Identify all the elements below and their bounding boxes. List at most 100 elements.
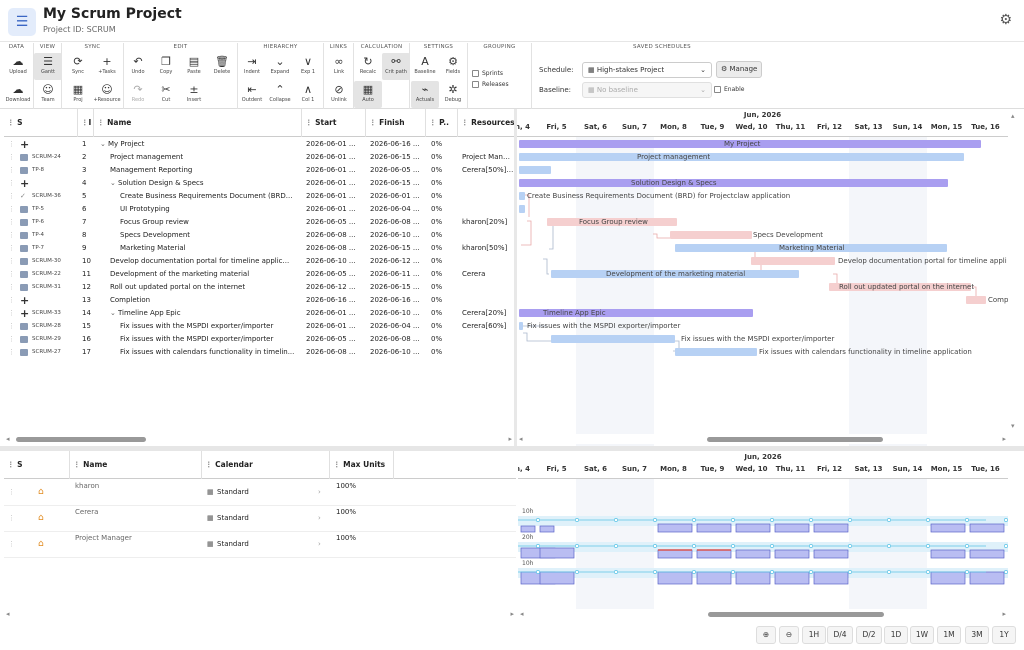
task-start[interactable]: 2026-06-01 ...	[306, 164, 366, 177]
task-resources[interactable]: kharon[50%]	[462, 242, 514, 255]
histogram-bar[interactable]	[735, 571, 771, 585]
auto-calc-button[interactable]: ▦ Auto	[354, 81, 382, 108]
gantt-bar[interactable]	[675, 348, 757, 356]
scroll-right-icon[interactable]: ▸	[1002, 609, 1006, 619]
task-progress[interactable]: 0%	[431, 307, 457, 320]
histogram-bar[interactable]	[969, 549, 1005, 559]
task-name[interactable]: Create Business Requirements Document (B…	[120, 190, 296, 203]
task-start[interactable]: 2026-06-05 ...	[306, 216, 366, 229]
task-name[interactable]: Development of the marketing material	[110, 268, 296, 281]
releases-checkbox[interactable]: Releases	[472, 81, 509, 88]
task-resources[interactable]: kharon[20%]	[462, 216, 514, 229]
col-header-resources[interactable]: ⋮ Resources	[458, 109, 514, 137]
dependency-line[interactable]	[549, 222, 554, 250]
team-view-button[interactable]: ☺ Team	[34, 81, 62, 108]
task-start[interactable]: 2026-06-01 ...	[306, 307, 366, 320]
expand-1-button[interactable]: ∨ Exp 1	[294, 53, 322, 80]
actuals-button[interactable]: ⌁ Actuals	[411, 81, 439, 108]
drag-handle-icon[interactable]: ⋮	[8, 151, 16, 164]
drag-handle-icon[interactable]: ⋮	[8, 229, 16, 242]
table-row[interactable]: ⋮ + SCRUM-33 14 ⌄ Timeline App Epic 2026-06-01…	[4, 307, 514, 320]
debug-button[interactable]: ✲ Debug	[439, 81, 467, 108]
task-name[interactable]: UI Prototyping	[120, 203, 296, 216]
resource-calendar[interactable]: Standard	[217, 538, 297, 551]
zoom-1m-button[interactable]: 1M	[937, 626, 961, 644]
task-name[interactable]: Specs Development	[120, 229, 296, 242]
task-progress[interactable]: 0%	[431, 229, 457, 242]
gantt-bar[interactable]	[751, 257, 835, 265]
res-col-header-max-units[interactable]: ⋮ Max Units	[330, 451, 394, 479]
drag-handle-icon[interactable]: ⋮	[8, 242, 16, 255]
task-finish[interactable]: 2026-06-05 ...	[370, 164, 426, 177]
task-progress[interactable]: 0%	[431, 255, 457, 268]
task-progress[interactable]: 0%	[431, 346, 457, 359]
histogram-bar[interactable]	[774, 523, 810, 533]
task-progress[interactable]: 0%	[431, 320, 457, 333]
task-resources[interactable]: Cerera[20%]	[462, 307, 514, 320]
histogram-bar[interactable]	[539, 571, 575, 585]
resource-max-units[interactable]: 100%	[336, 506, 386, 519]
drag-handle-icon[interactable]: ⋮	[8, 203, 16, 216]
chevron-right-icon[interactable]: ›	[318, 538, 321, 551]
download-button[interactable]: ☁ Download	[4, 81, 32, 108]
histogram-bar[interactable]	[735, 549, 771, 559]
drag-handle-icon[interactable]: ⋮	[8, 320, 16, 333]
table-row[interactable]: ⋮ SCRUM-27 17 Fix issues with calendars fun…	[4, 346, 514, 359]
res-col-header-name[interactable]: ⋮ Name	[70, 451, 202, 479]
resource-row[interactable]: ⋮ ⌂ kharon ▦ Standard › 100%	[4, 480, 516, 506]
sprints-checkbox[interactable]: Sprints	[472, 70, 503, 77]
task-name[interactable]: My Project	[108, 138, 304, 151]
task-progress[interactable]: 0%	[431, 203, 457, 216]
gantt-view-button[interactable]: ☰ Gantt	[34, 53, 62, 80]
drag-handle-icon[interactable]: ⋮	[8, 333, 16, 346]
copy-button[interactable]: ❐ Copy	[152, 53, 180, 80]
task-progress[interactable]: 0%	[431, 333, 457, 346]
zoom-1d-button[interactable]: 1D	[884, 626, 908, 644]
baseline-button[interactable]: A Baseline	[411, 53, 439, 80]
enable-baseline-checkbox[interactable]: Enable	[714, 86, 744, 93]
task-finish[interactable]: 2026-06-08 ...	[370, 216, 426, 229]
task-finish[interactable]: 2026-06-08 ...	[370, 333, 426, 346]
scroll-down-icon[interactable]: ▾	[1011, 421, 1015, 431]
gantt-bar[interactable]	[519, 179, 948, 187]
delete-button[interactable]: 🗑 Delete	[208, 53, 236, 80]
task-progress[interactable]: 0%	[431, 268, 457, 281]
histogram-bar[interactable]	[969, 523, 1005, 533]
table-row[interactable]: ⋮ SCRUM-24 2 Project management 2026-06-01 .…	[4, 151, 514, 164]
drag-handle-icon[interactable]: ⋮	[8, 307, 16, 320]
drag-handle-icon[interactable]: ⋮	[8, 486, 15, 499]
histogram-bar[interactable]	[930, 523, 966, 533]
drag-handle-icon[interactable]: ⋮	[8, 281, 16, 294]
resource-row[interactable]: ⋮ ⌂ Cerera ▦ Standard › 100%	[4, 506, 516, 532]
unlink-button[interactable]: ⊘ Unlink	[325, 81, 353, 108]
task-grid-hscroll[interactable]: ◂ ▸	[4, 434, 514, 444]
scroll-right-icon[interactable]: ▸	[508, 434, 512, 444]
fields-button[interactable]: ⚙ Fields	[439, 53, 467, 80]
add-tasks-button[interactable]: + +Tasks	[93, 53, 121, 80]
task-start[interactable]: 2026-06-01 ...	[306, 320, 366, 333]
task-start[interactable]: 2026-06-01 ...	[306, 151, 366, 164]
table-row[interactable]: ⋮ SCRUM-28 15 Fix issues with the MSPDI exp…	[4, 320, 514, 333]
task-resources[interactable]: Project Manager	[462, 151, 514, 164]
dependency-line[interactable]	[523, 332, 551, 342]
task-finish[interactable]: 2026-06-15 ...	[370, 281, 426, 294]
gantt-bar[interactable]	[519, 322, 523, 330]
task-start[interactable]: 2026-06-01 ...	[306, 177, 366, 190]
drag-handle-icon[interactable]: ⋮	[8, 255, 16, 268]
scroll-up-icon[interactable]: ▴	[1011, 111, 1015, 121]
task-finish[interactable]: 2026-06-04 ...	[370, 320, 426, 333]
recalc-button[interactable]: ↻ Recalc	[354, 53, 382, 80]
schedule-select[interactable]: ▦ High-stakes Project ⌄	[582, 62, 712, 78]
gantt-bar[interactable]	[670, 231, 752, 239]
histogram-bar[interactable]	[735, 523, 771, 533]
settings-gear-icon[interactable]: ⚙	[999, 12, 1012, 28]
undo-button[interactable]: ↶ Undo	[124, 53, 152, 80]
task-progress[interactable]: 0%	[431, 177, 457, 190]
task-start[interactable]: 2026-06-01 ...	[306, 138, 366, 151]
drag-handle-icon[interactable]: ⋮	[8, 164, 16, 177]
task-finish[interactable]: 2026-06-16 ...	[370, 294, 426, 307]
resource-grid-hscroll[interactable]: ◂ ▸	[4, 609, 516, 619]
col-header-finish[interactable]: ⋮ Finish	[366, 109, 426, 137]
task-start[interactable]: 2026-06-01 ...	[306, 203, 366, 216]
task-name[interactable]: Timeline App Epic	[118, 307, 304, 320]
